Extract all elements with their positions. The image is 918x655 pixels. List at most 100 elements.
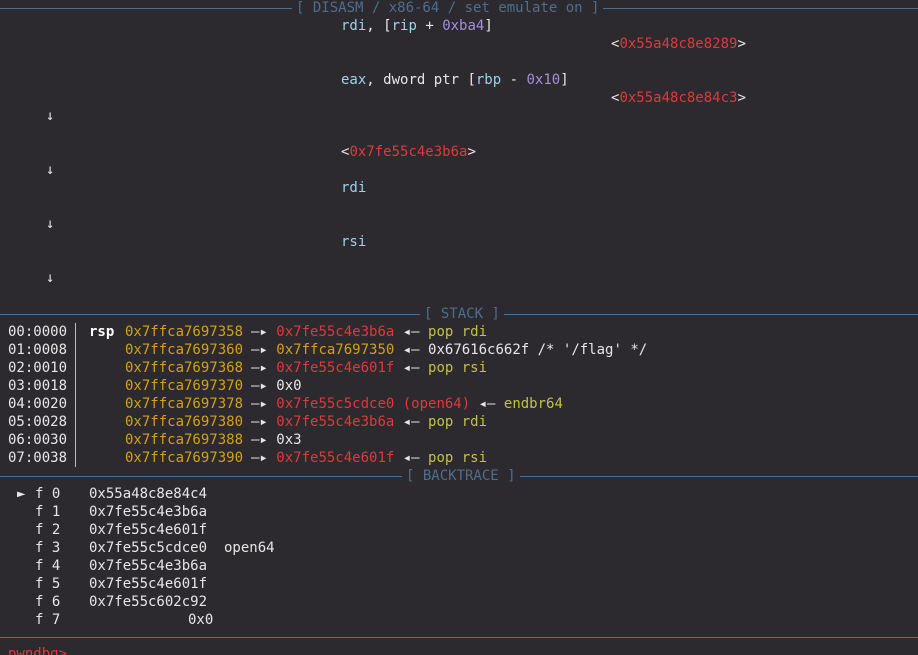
operand-reg: rip [391,18,417,34]
stack-chain: —▸ 0x7fe55c4e3b6a ◂— pop rdi [251,413,487,431]
stack-chain: —▸ 0x7fe55c4e601f ◂— pop rsi [251,449,487,467]
stack-chain: —▸ 0x0 [251,377,302,395]
stack-chain: —▸ 0x7fe55c4e601f ◂— pop rsi [251,359,487,377]
arrow-right-icon: —▸ [251,450,277,466]
frame-address: 0x0 [188,612,214,628]
stack-index: 00:0000 [8,324,68,340]
backtrace-header-label: [ BACKTRACE ] [402,467,520,485]
stack-instruction: endbr64 [503,396,563,412]
frame-address: 0x7fe55c5cdce0 [89,540,208,556]
stack-index: 05:0028 [8,414,68,430]
operand-sep: , [ [366,18,392,34]
operand-sep: ] [560,72,569,88]
disasm-symbol: <0x55a48c8e84c3> [611,89,746,107]
stack-divider [75,323,76,467]
disasm-operands: rsi [341,234,367,250]
disasm-operands: rdi, [rip + 0xba4] [341,17,493,35]
stack-index: 03:0018 [8,378,68,394]
frame-number: f 5 [35,576,61,592]
stack-address: 0x7ffca7697360 [125,342,244,358]
sym-gt: > [737,36,746,52]
stack-index: 01:0008 [8,342,68,358]
frame-address: 0x55a48c8e84c4 [89,486,208,502]
sym-gt: > [467,144,476,160]
frame-address: 0x7fe55c602c92 [89,594,208,610]
current-frame-marker: ► [17,486,26,502]
arrow-left-icon: ◂— [394,414,429,430]
operand-reg: rbp [475,72,502,88]
stack-index: 06:0030 [8,432,68,448]
stack-address: 0x7ffca7697388 [125,432,244,448]
disasm-header-label: [ DISASM / x86-64 / set emulate on ] [292,0,604,17]
frame-number: f 4 [35,558,61,574]
frame-address: 0x7fe55c4e3b6a [89,558,208,574]
disasm-operands: rdi [341,180,367,196]
stack-register: rsp [89,324,115,340]
arrow-left-icon: ◂— [394,324,429,340]
disasm-symbol: <0x55a48c8e8289> [611,35,746,53]
operand-target: 0x7fe55c4e3b6a [349,144,468,160]
bottom-divider [0,628,918,646]
stack-index: 04:0020 [8,396,68,412]
frame-address: 0x7fe55c4e601f [89,522,208,538]
flow-arrow-icon: ↓ [46,216,55,232]
frame-address: 0x7fe55c4e3b6a [89,504,208,520]
frame-address: 0x7fe55c4e601f [89,576,208,592]
stack-value: 0x7fe55c5cdce0 (open64) [276,396,471,412]
arrow-left-icon: ◂— [394,450,429,466]
operand-imm: 0x10 [526,72,561,88]
operand-sep: ] [484,18,493,34]
stack-instruction: pop rsi [428,360,488,376]
stack-value: 0x7ffca7697350 [276,342,395,358]
sym-text: 0x55a48c8e84c3 [619,90,738,106]
operand-reg: eax [341,72,367,88]
arrow-left-icon: ◂— [470,396,504,412]
stack-value: 0x3 [276,432,302,448]
frame-number: f 0 [35,486,61,502]
stack-instruction: pop rdi [428,414,488,430]
frame-symbol: open64 [224,540,275,556]
arrow-right-icon: —▸ [251,342,277,358]
disasm-header: [ DISASM / x86-64 / set emulate on ] [0,0,918,17]
stack-chain: —▸ 0x7fe55c5cdce0 (open64) ◂— endbr64 [251,395,563,413]
backtrace-header: [ BACKTRACE ] [0,467,918,485]
stack-instruction: pop rsi [428,450,488,466]
sym-gt: > [737,90,746,106]
stack-value: 0x0 [276,378,302,394]
stack-index: 02:0010 [8,360,68,376]
operand-imm: 0xba4 [442,18,485,34]
disasm-operands: <0x7fe55c4e3b6a> [341,143,476,161]
arrow-right-icon: —▸ [251,414,277,430]
stack-address: 0x7ffca7697378 [125,396,244,412]
arrow-left-icon: ◂— [394,360,429,376]
arrow-right-icon: —▸ [251,396,277,412]
stack-instruction: pop rdi [428,324,488,340]
arrow-right-icon: —▸ [251,378,277,394]
operand-sep: , dword ptr [ [366,72,476,88]
frame-number: f 6 [35,594,61,610]
sym-text: 0x55a48c8e8289 [619,36,738,52]
stack-chain: —▸ 0x7ffca7697350 ◂— 0x67616c662f /* '/f… [251,341,647,359]
flow-arrow-icon: ↓ [46,270,55,286]
stack-string: 0x67616c662f /* '/flag' */ [428,342,648,358]
frame-number: f 7 [35,612,61,628]
stack-address: 0x7ffca7697390 [125,450,244,466]
stack-chain: —▸ 0x7fe55c4e3b6a ◂— pop rdi [251,323,487,341]
arrow-right-icon: —▸ [251,324,277,340]
prompt[interactable]: pwndbg> [8,645,67,655]
flow-arrow-icon: ↓ [46,108,55,124]
arrow-right-icon: —▸ [251,360,277,376]
operand-sep: + [416,18,443,34]
stack-address: 0x7ffca7697368 [125,360,244,376]
stack-value: 0x7fe55c4e601f [276,450,395,466]
stack-address: 0x7ffca7697358 [125,324,244,340]
flow-arrow-icon: ↓ [46,162,55,178]
stack-index: 07:0038 [8,450,68,466]
frame-number: f 3 [35,540,61,556]
operand-sep: - [501,72,527,88]
stack-address: 0x7ffca7697370 [125,378,244,394]
stack-value: 0x7fe55c4e3b6a [276,324,395,340]
stack-value: 0x7fe55c4e601f [276,360,395,376]
stack-header-label: [ STACK ] [420,305,504,323]
arrow-left-icon: ◂— [394,342,429,358]
